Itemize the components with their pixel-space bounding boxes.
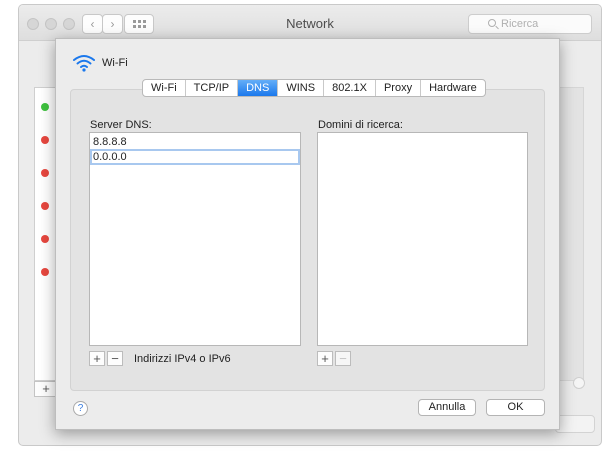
search-input[interactable]: Ricerca xyxy=(468,14,592,34)
add-search-domain-button[interactable]: + xyxy=(317,351,333,366)
dns-hint-text: Indirizzi IPv4 o IPv6 xyxy=(134,353,231,365)
wifi-icon xyxy=(73,55,95,72)
add-dns-server-button[interactable]: + xyxy=(89,351,105,366)
title-bar: ‹ › Network Ricerca xyxy=(19,5,601,41)
status-dot-icon xyxy=(41,202,49,210)
status-dot-icon xyxy=(41,169,49,177)
dns-server-list[interactable]: 8.8.8.8 0.0.0.0 xyxy=(89,132,301,346)
help-button[interactable]: ? xyxy=(73,401,88,416)
search-icon xyxy=(488,19,496,27)
search-domains-label: Domini di ricerca: xyxy=(318,119,403,131)
tab-bar: Wi-Fi TCP/IP DNS WINS 802.1X Proxy Hardw… xyxy=(142,79,486,97)
advanced-settings-sheet: Wi-Fi Wi-Fi TCP/IP DNS WINS 802.1X Proxy… xyxy=(55,38,560,430)
search-placeholder: Ricerca xyxy=(501,18,539,30)
dns-server-edit-field[interactable]: 0.0.0.0 xyxy=(90,149,300,165)
sheet-title: Wi-Fi xyxy=(102,57,128,69)
dns-server-row[interactable]: 8.8.8.8 xyxy=(90,134,300,150)
tab-wifi[interactable]: Wi-Fi xyxy=(143,80,186,96)
status-dot-icon xyxy=(41,235,49,243)
dns-servers-label: Server DNS: xyxy=(90,119,152,131)
tab-proxy[interactable]: Proxy xyxy=(376,80,422,96)
remove-dns-server-button[interactable]: − xyxy=(107,351,123,366)
status-dot-icon xyxy=(41,136,49,144)
help-icon xyxy=(573,377,585,389)
service-detail-area xyxy=(559,87,584,381)
tab-hardware[interactable]: Hardware xyxy=(421,80,485,96)
tab-dns[interactable]: DNS xyxy=(238,80,279,96)
status-dot-icon xyxy=(41,103,49,111)
tab-8021x[interactable]: 802.1X xyxy=(324,80,376,96)
tab-wins[interactable]: WINS xyxy=(278,80,325,96)
ok-button[interactable]: OK xyxy=(486,399,545,416)
status-dot-icon xyxy=(41,268,49,276)
search-domain-list[interactable] xyxy=(317,132,528,346)
cancel-button[interactable]: Annulla xyxy=(418,399,476,416)
tab-tcpip[interactable]: TCP/IP xyxy=(186,80,239,96)
apply-button xyxy=(555,415,595,433)
remove-search-domain-button: − xyxy=(335,351,351,366)
